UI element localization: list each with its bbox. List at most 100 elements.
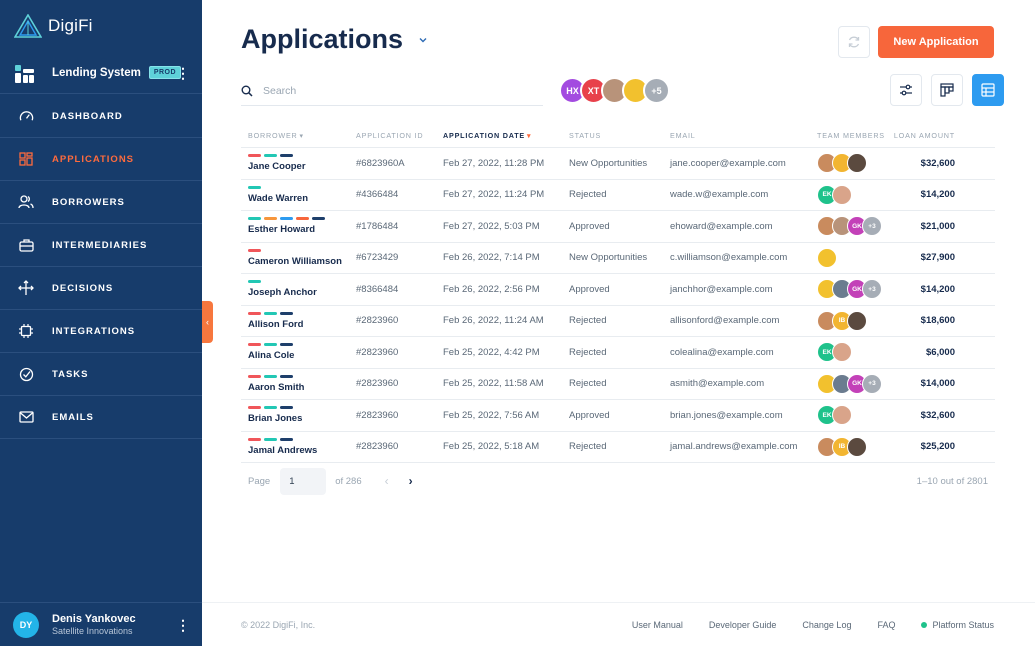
application-id: #8366484 — [356, 283, 399, 295]
org-switcher[interactable]: Lending System PROD ⋮ — [0, 52, 202, 94]
team-members: GK +3 — [810, 279, 890, 300]
table-row[interactable]: Aaron Smith #2823960 Feb 25, 2022, 11:58 A… — [241, 369, 995, 400]
digifi-logo-icon — [14, 14, 42, 38]
column-header-borrower[interactable]: BORROWER ▾ — [241, 131, 349, 140]
board-view-button[interactable] — [931, 74, 963, 106]
search-icon — [241, 85, 253, 97]
column-header-application-date[interactable]: APPLICATION DATE ▾ — [436, 131, 562, 140]
table-row[interactable]: Allison Ford #2823960 Feb 26, 2022, 11:24 … — [241, 306, 995, 337]
application-id: #6723429 — [356, 252, 399, 264]
search-input[interactable] — [263, 84, 523, 97]
table-view-button[interactable] — [972, 74, 1004, 106]
label-tag — [248, 437, 261, 441]
borrower-cell: Cameron Williamson — [241, 248, 349, 267]
nav-item-borrowers[interactable]: BORROWERS — [0, 181, 202, 224]
view-controls — [890, 74, 1004, 106]
user-name: Denis Yankovec — [52, 613, 136, 625]
page-number-input[interactable] — [280, 467, 327, 495]
nav-label: DASHBOARD — [52, 110, 123, 122]
org-icon — [14, 62, 36, 84]
status: Rejected — [569, 315, 607, 327]
label-tag — [248, 406, 261, 410]
more-members-badge: +3 — [862, 279, 882, 300]
label-tags — [248, 406, 349, 410]
borrower-cell: Aaron Smith — [241, 374, 349, 393]
footer: © 2022 DigiFi, Inc. User Manual Develope… — [202, 602, 1035, 646]
table-row[interactable]: Jamal Andrews #2823960 Feb 25, 2022, 5:18 … — [241, 432, 995, 463]
table-header: BORROWER ▾ APPLICATION ID APPLICATION DAT… — [241, 124, 995, 148]
team-members: EK — [810, 184, 890, 205]
nav-item-intermediaries[interactable]: INTERMEDIARIES — [0, 224, 202, 267]
team-members: EK — [810, 342, 890, 363]
applications-table: BORROWER ▾ APPLICATION ID APPLICATION DAT… — [241, 124, 995, 463]
nav-label: BORROWERS — [52, 196, 125, 208]
borrower-cell: Esther Howard — [241, 217, 349, 235]
label-tags — [248, 280, 349, 284]
avatar — [847, 153, 867, 174]
filter-button[interactable] — [890, 74, 922, 106]
nav-item-integrations[interactable]: INTEGRATIONS — [0, 310, 202, 353]
application-id: #1786484 — [356, 220, 399, 232]
table-row[interactable]: Brian Jones #2823960 Feb 25, 2022, 7:56 AM… — [241, 400, 995, 432]
pager-label: Page — [248, 475, 271, 487]
email: ehoward@example.com — [670, 220, 773, 232]
user-menu-icon[interactable]: ⋮ — [176, 618, 190, 632]
column-header-application-id[interactable]: APPLICATION ID — [349, 131, 436, 140]
borrower-cell: Jane Cooper — [241, 154, 349, 172]
borrower-name: Esther Howard — [248, 224, 316, 236]
chevron-down-icon[interactable] — [418, 35, 428, 45]
label-tag — [280, 374, 293, 378]
table-row[interactable]: Wade Warren #4366484 Feb 27, 2022, 11:24 P… — [241, 180, 995, 211]
application-id: #4366484 — [356, 189, 399, 201]
column-header-status[interactable]: STATUS — [562, 131, 663, 140]
more-members-badge: +3 — [862, 216, 882, 237]
footer-link-developer-guide[interactable]: Developer Guide — [709, 620, 777, 630]
more-members-badge[interactable]: +5 — [643, 77, 670, 104]
nav-item-applications[interactable]: APPLICATIONS — [0, 138, 202, 181]
chevron-right-icon[interactable]: › — [409, 474, 413, 488]
nav-item-emails[interactable]: EMAILS — [0, 396, 202, 439]
column-header-team-members[interactable]: TEAM MEMBERS — [810, 131, 890, 140]
org-menu-icon[interactable]: ⋮ — [176, 66, 190, 80]
loan-amount: $18,600 — [920, 315, 955, 327]
application-id: #2823960 — [356, 378, 399, 390]
refresh-button[interactable] — [838, 26, 870, 58]
borrower-name: Jamal Andrews — [248, 444, 318, 456]
table-row[interactable]: Cameron Williamson #6723429 Feb 26, 2022, … — [241, 243, 995, 274]
column-header-loan-amount[interactable]: LOAN AMOUNT — [890, 131, 955, 140]
label-tag — [248, 217, 261, 221]
footer-link-platform-status[interactable]: Platform Status — [932, 620, 994, 630]
borrower-cell: Alina Cole — [241, 343, 349, 361]
logo[interactable]: DigiFi — [14, 14, 93, 38]
label-tags — [248, 154, 349, 158]
table-row[interactable]: Esther Howard #1786484 Feb 27, 2022, 5:03 … — [241, 211, 995, 243]
footer-link-user-manual[interactable]: User Manual — [632, 620, 683, 630]
borrower-name: Alina Cole — [248, 350, 295, 362]
status: Rejected — [569, 346, 607, 358]
borrower-name: Aaron Smith — [248, 381, 305, 393]
loan-amount: $6,000 — [925, 346, 955, 358]
nav-item-decisions[interactable]: DECISIONS — [0, 267, 202, 310]
table-row[interactable]: Alina Cole #2823960 Feb 25, 2022, 4:42 PM R… — [241, 337, 995, 369]
footer-link-change-log[interactable]: Change Log — [802, 620, 851, 630]
logo-text: DigiFi — [48, 16, 93, 35]
table-row[interactable]: Joseph Anchor #8366484 Feb 26, 2022, 2:56 … — [241, 274, 995, 306]
loan-amount: $32,600 — [920, 409, 955, 421]
label-tag — [264, 437, 277, 441]
borrower-name: Brian Jones — [248, 413, 303, 425]
team-members: GK +3 — [810, 373, 890, 394]
nav-label: EMAILS — [52, 411, 94, 423]
avatar — [847, 436, 867, 457]
borrower-cell: Allison Ford — [241, 311, 349, 330]
new-application-button[interactable]: New Application — [878, 26, 994, 58]
nav-item-tasks[interactable]: TASKS — [0, 353, 202, 396]
status: New Opportunities — [569, 157, 648, 169]
chevron-left-icon[interactable]: ‹ — [385, 474, 389, 488]
table-row[interactable]: Jane Cooper #6823960A Feb 27, 2022, 11:28 … — [241, 148, 995, 180]
column-header-email[interactable]: EMAIL — [663, 131, 810, 140]
footer-link-faq[interactable]: FAQ — [877, 620, 895, 630]
nav-item-dashboard[interactable]: DASHBOARD — [0, 95, 202, 138]
team-members: GK +3 — [810, 216, 890, 237]
label-tags — [248, 343, 349, 347]
user-profile[interactable]: DY Denis Yankovec Satellite Innovations … — [0, 602, 202, 646]
